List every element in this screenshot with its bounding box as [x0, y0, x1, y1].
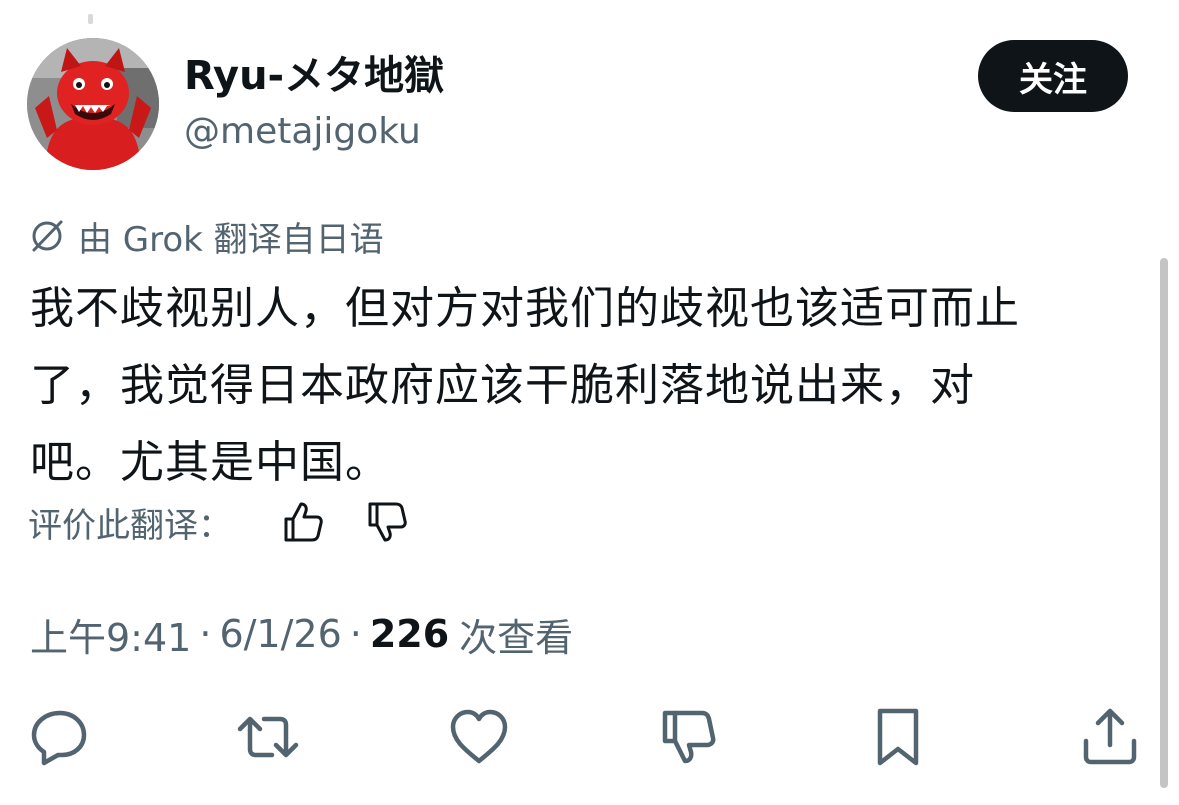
author-display-name[interactable]: Ryu-メタ地獄 — [184, 48, 444, 104]
meta-separator: · — [199, 612, 212, 656]
retweet-icon[interactable] — [236, 705, 300, 769]
like-icon[interactable] — [447, 705, 511, 769]
tweet-date[interactable]: 6/1/26 — [219, 612, 341, 656]
tweet-line: 吧。尤其是中国。 — [30, 437, 390, 488]
reply-icon[interactable] — [28, 705, 92, 769]
share-icon[interactable] — [1078, 705, 1142, 769]
red-mascot-avatar-icon — [27, 38, 159, 170]
bookmark-icon[interactable] — [866, 705, 930, 769]
grok-icon — [32, 220, 63, 252]
views-label: 次查看 — [459, 615, 574, 660]
follow-button[interactable]: 关注 — [978, 40, 1128, 112]
rate-translation-label: 评价此翻译： — [28, 505, 232, 546]
author-handle[interactable]: @metajigoku — [184, 108, 421, 156]
tweet-line: 我不歧视别人，但对方对我们的歧视也该适可而止 — [30, 283, 1020, 334]
thumbs-up-icon[interactable] — [280, 499, 326, 545]
tweet-text: 我不歧视别人，但对方对我们的歧视也该适可而止 了，我觉得日本政府应该干脆利落地说… — [30, 270, 1155, 501]
status-dot — [88, 14, 93, 24]
scrollbar[interactable] — [1160, 258, 1168, 788]
tweet-line: 了，我觉得日本政府应该干脆利落地说出来，对 — [30, 360, 975, 411]
rate-translation: 评价此翻译： — [28, 496, 232, 548]
tweet-meta: 上午9:41 · 6/1/26 · 226 次查看 — [30, 606, 573, 662]
dislike-icon[interactable] — [657, 705, 721, 769]
translation-notice: 由 Grok 翻译自日语 — [28, 212, 384, 260]
tweet-time[interactable]: 上午9:41 — [30, 607, 191, 662]
meta-separator: · — [349, 612, 362, 656]
views-count: 226 — [369, 612, 450, 656]
translation-notice-text: 由 Grok 翻译自日语 — [78, 219, 384, 260]
thumbs-down-icon[interactable] — [364, 499, 410, 545]
avatar[interactable] — [27, 38, 159, 170]
